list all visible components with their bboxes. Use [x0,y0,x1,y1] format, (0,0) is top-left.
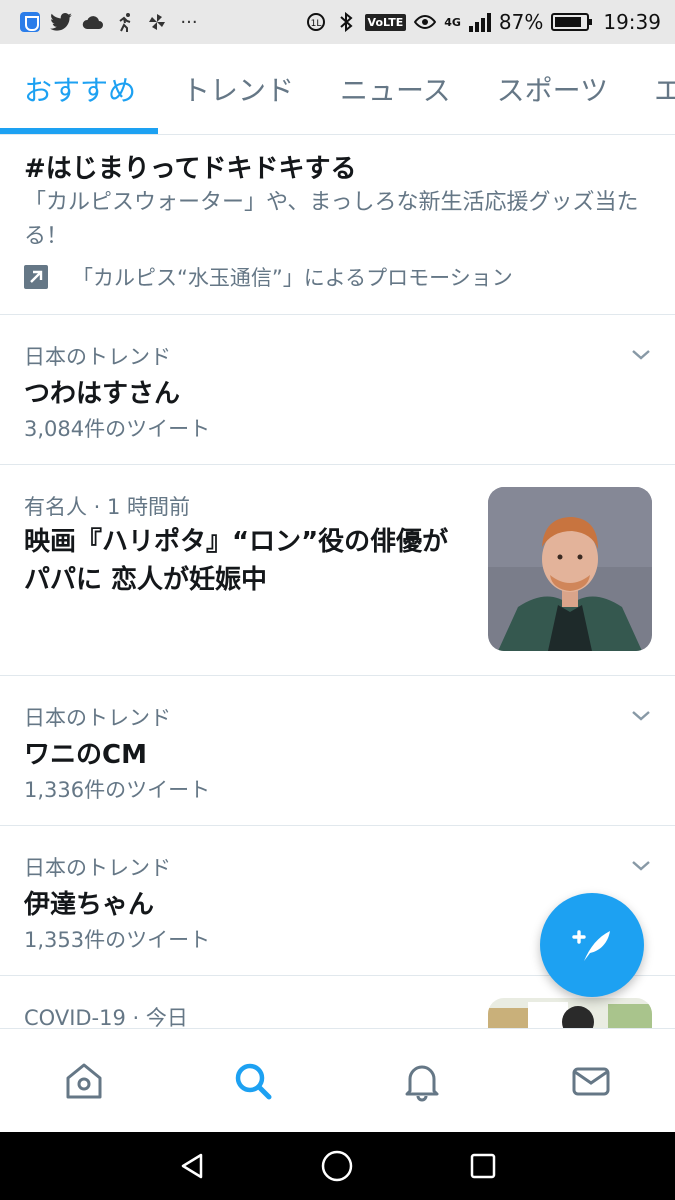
home-icon [66,1063,102,1098]
messages-tab[interactable] [561,1051,621,1111]
bluetooth-icon [335,11,357,33]
trend-tweet-count: 1,353件のツイート [24,928,211,952]
explore-tab[interactable] [223,1051,283,1111]
trend-tweet-count: 1,336件のツイート [24,778,211,802]
tab-news[interactable]: ニュース [316,44,451,134]
news-headline: 映画『ハリポタ』“ロン”役の俳優がパパに 恋人が妊娠中 [24,527,449,595]
compose-tweet-button[interactable] [540,893,644,997]
twitter-icon [50,11,72,33]
tab-trends[interactable]: トレンド [158,44,294,134]
network-type: 4G [444,15,461,29]
explore-tabs: おすすめ トレンド ニュース スポーツ エ [0,44,675,135]
svg-text:1L: 1L [310,19,321,29]
more-dots-icon: ··· [180,11,198,33]
battery-icon [551,13,593,31]
promo-title: #はじまりってドキドキする [24,154,357,184]
trend-title: ワニのCM [24,740,147,770]
status-bar: ··· 1L VoLTE 4G 87% 19:39 [0,0,675,44]
data-saver-icon: 1L [305,11,327,33]
home-circle-icon[interactable] [320,1149,354,1183]
chevron-down-icon[interactable] [631,706,651,726]
battery-percent: 87% [498,10,544,34]
trend-item[interactable]: 日本のトレンド つわはすさん 3,084件のツイート [0,315,675,465]
news-thumbnail [488,487,652,651]
back-icon[interactable] [177,1151,207,1181]
trend-item[interactable]: 日本のトレンド ワニのCM 1,336件のツイート [0,676,675,826]
news-item[interactable]: 有名人 · 1 時間前 映画『ハリポタ』“ロン”役の俳優がパパに 恋人が妊娠中 [0,465,675,676]
news-thumbnail [488,998,652,1028]
pinwheel-icon [146,11,168,33]
cloud-icon [82,11,104,33]
trend-tweet-count: 3,084件のツイート [24,417,211,441]
tab-sports[interactable]: スポーツ [473,44,608,134]
notifications-tab[interactable] [392,1051,452,1111]
signal-icon [468,12,491,32]
bottom-navigation [0,1028,675,1132]
home-tab[interactable] [54,1051,114,1111]
promoted-arrow-icon [24,265,48,289]
bell-icon [405,1065,439,1101]
eye-icon [414,11,437,33]
tab-recommended[interactable]: おすすめ [0,44,136,134]
trend-meta: 日本のトレンド [24,345,171,369]
system-navigation-bar [0,1132,675,1200]
chevron-down-icon[interactable] [631,345,651,365]
trend-meta: 日本のトレンド [24,706,171,730]
trend-title: つわはすさん [24,379,181,409]
search-icon [235,1063,272,1099]
volte-badge: VoLTE [364,13,407,31]
compose-feather-icon [572,930,610,961]
promo-attribution: 「カルピス“水玉通信”」によるプロモーション [24,262,513,292]
shield-icon [20,12,40,32]
clock: 19:39 [603,10,661,34]
promo-description: 「カルピスウォーター」や、まっしろな新生活応援グッズ当たる！ [24,190,639,249]
news-meta: COVID-19 · 今日 [24,1006,188,1028]
news-meta: 有名人 · 1 時間前 [24,495,191,519]
trend-meta: 日本のトレンド [24,856,171,880]
chevron-down-icon[interactable] [631,856,651,876]
runner-icon [114,11,136,33]
recents-icon[interactable] [468,1151,498,1181]
trend-title: 伊達ちゃん [24,890,155,920]
tab-entertainment[interactable]: エ [630,44,675,134]
active-tab-indicator [0,128,158,134]
promoted-by-label: 「カルピス“水玉通信”」によるプロモーション [72,266,513,290]
mail-icon [572,1067,610,1095]
